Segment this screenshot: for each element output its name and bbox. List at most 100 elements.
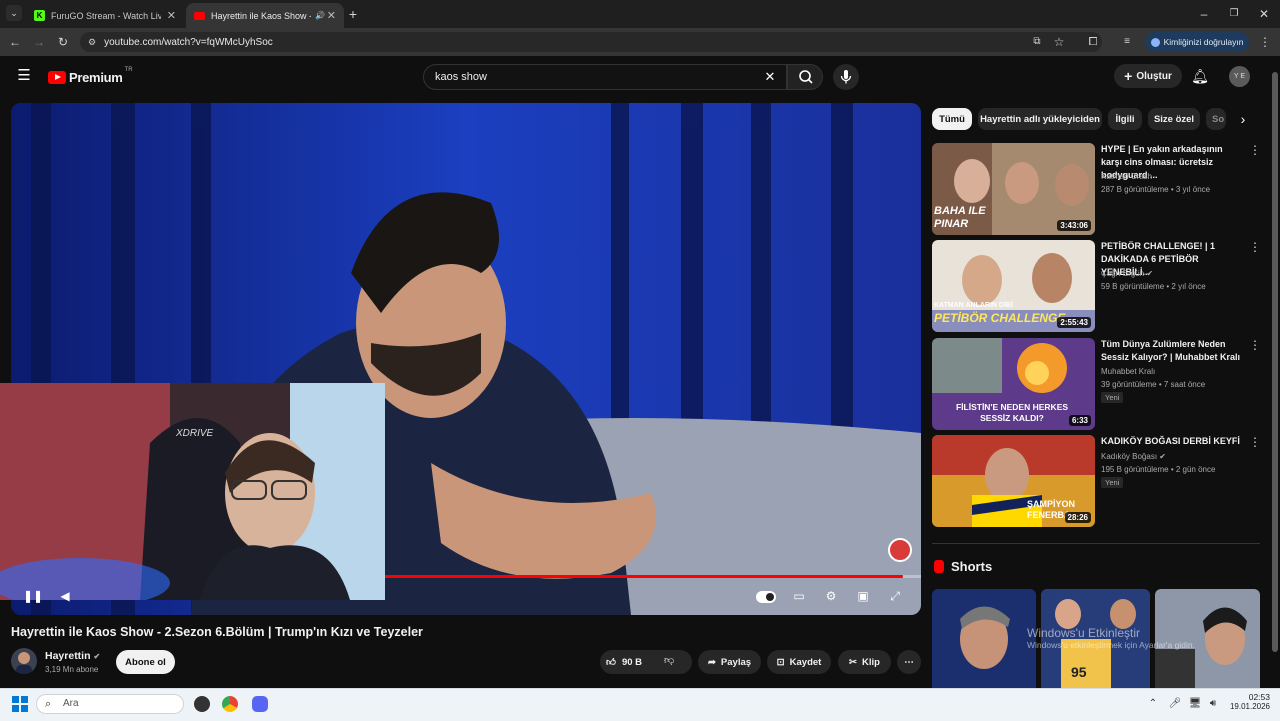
volume-icon[interactable]: ◀: [54, 589, 76, 607]
thumbnail-text: BAHA ILE PINAR: [934, 205, 986, 230]
region-code: TR: [124, 67, 133, 73]
clock[interactable]: 02:53 19.01.2026: [1222, 692, 1270, 711]
tab-furugo[interactable]: K FuruGO Stream - Watch Live or... ✕: [26, 3, 184, 28]
activation-watermark: Windows'u Etkinleştir Windows'u etkinleş…: [1027, 626, 1195, 650]
back-button[interactable]: ←: [6, 32, 24, 52]
tab-search-button[interactable]: ⌄: [6, 5, 22, 21]
furugo-favicon-icon: K: [34, 10, 45, 21]
tray-chevron-up-icon[interactable]: ⌃: [1146, 694, 1160, 714]
microphone-icon[interactable]: 🎤︎: [1168, 694, 1182, 714]
youtube-logo[interactable]: Premium TR: [48, 67, 133, 87]
install-app-icon[interactable]: ⧉: [1028, 32, 1046, 52]
pause-button[interactable]: ❚❚: [22, 589, 44, 607]
scrollbar-thumb[interactable]: [1272, 72, 1278, 652]
theater-mode-icon[interactable]: ▣: [852, 589, 874, 607]
forward-button[interactable]: →: [30, 32, 48, 52]
obs-app-icon[interactable]: [194, 696, 210, 712]
maximize-button[interactable]: ❐: [1222, 4, 1246, 24]
more-options-icon[interactable]: ⋮: [1249, 435, 1261, 449]
close-icon[interactable]: ✕: [167, 9, 176, 22]
address-bar[interactable]: ⚙ youtube.com/watch?v=fqWMcUyhSoc: [80, 32, 1102, 52]
account-avatar[interactable]: Y E: [1229, 66, 1250, 87]
channel-name[interactable]: Katman Crash: [1101, 170, 1152, 183]
chrome-app-icon[interactable]: [222, 696, 238, 712]
video-duration: 28:26: [1064, 512, 1091, 523]
channel-name[interactable]: Hayrettin ✔: [45, 650, 100, 662]
search-input[interactable]: kaos show: [423, 64, 787, 90]
short-thumbnail[interactable]: [932, 589, 1036, 688]
svg-text:95: 95: [1071, 664, 1087, 680]
notifications-bell-icon[interactable]: 🔔︎: [1190, 66, 1210, 86]
chip-for-you[interactable]: Size özel: [1148, 108, 1200, 130]
chip-from-uploader[interactable]: Hayrettin adlı yükleyiciden: [978, 108, 1102, 130]
reload-button[interactable]: ↻: [54, 32, 72, 52]
search-button[interactable]: [787, 64, 823, 90]
clip-button[interactable]: ✂ Klip: [838, 650, 891, 674]
video-thumbnail[interactable]: ŞAMPİYON FENERBA 28:26: [932, 435, 1095, 527]
extensions-icon[interactable]: ⧠: [1084, 32, 1102, 52]
video-thumbnail[interactable]: KATMAN ANLARIN DİBİ PETİBÖR CHALLENGE 2:…: [932, 240, 1095, 332]
video-thumbnail[interactable]: FİLİSTİN'E NEDEN HERKES SESSİZ KALDI? 6:…: [932, 338, 1095, 430]
section-divider: [932, 543, 1260, 544]
channel-name[interactable]: Muhabbet Kralı: [1101, 365, 1155, 378]
chevron-right-icon[interactable]: ›: [1234, 109, 1252, 129]
autoplay-toggle[interactable]: [756, 591, 776, 603]
chip-related[interactable]: İlgili: [1108, 108, 1142, 130]
voice-search-button[interactable]: [833, 64, 859, 90]
subscribe-button[interactable]: Abone ol: [116, 650, 175, 674]
network-icon[interactable]: 🖥︎: [1188, 694, 1202, 714]
channel-watermark-icon[interactable]: [888, 538, 912, 562]
discord-app-icon[interactable]: [252, 696, 268, 712]
channel-name-text: Hayrettin: [45, 650, 91, 662]
channel-avatar[interactable]: [11, 648, 37, 674]
dislike-button[interactable]: 👎︎: [664, 654, 674, 666]
video-title[interactable]: Tüm Dünya Zulümlere Neden Sessiz Kalıyor…: [1101, 338, 1246, 364]
windows-start-icon[interactable]: [12, 696, 28, 712]
like-button[interactable]: 👍︎ 90 B: [606, 654, 642, 670]
save-button[interactable]: ⊡ Kaydet: [767, 650, 831, 674]
channel-name[interactable]: Kadıköy Boğası ✔: [1101, 450, 1166, 463]
fullscreen-icon[interactable]: ⤢: [884, 589, 906, 607]
video-thumbnail[interactable]: BAHA ILE PINAR 3:43:06: [932, 143, 1095, 235]
new-badge: Yeni: [1101, 392, 1124, 403]
video-duration: 3:43:06: [1057, 220, 1091, 231]
thumbs-up-icon: 👍︎: [606, 657, 616, 668]
tab-title: Hayrettin ile Kaos Show - 2...: [211, 10, 311, 21]
hamburger-menu-icon[interactable]: ☰: [14, 66, 34, 86]
minimize-button[interactable]: –: [1192, 4, 1216, 24]
search-value: kaos show: [435, 71, 487, 83]
like-count: 90 B: [621, 656, 643, 668]
more-actions-button[interactable]: ⋯: [897, 650, 921, 674]
video-title[interactable]: KADIKÖY BOĞASI DERBİ KEYFİ: [1101, 435, 1246, 448]
share-button[interactable]: ➦ Paylaş: [698, 650, 761, 674]
taskbar-search-input[interactable]: ⌕ Ara: [36, 694, 184, 714]
new-tab-button[interactable]: +: [345, 4, 361, 24]
settings-gear-icon[interactable]: ⚙: [820, 589, 842, 607]
save-label: Kaydet: [789, 656, 822, 668]
watermark-subtitle: Windows'u etkinleştirmek için Ayarlar'a …: [1027, 640, 1195, 650]
more-options-icon[interactable]: ⋮: [1249, 338, 1261, 352]
volume-icon[interactable]: 🔊︎: [1206, 694, 1220, 714]
channel-name[interactable]: Çağrı Ergün ✔: [1101, 267, 1153, 280]
subscriber-count: 3,19 Mn abone: [45, 665, 99, 674]
close-window-button[interactable]: ✕: [1252, 4, 1276, 24]
create-button[interactable]: + Oluştur: [1114, 64, 1182, 88]
shorts-icon: [934, 560, 944, 573]
clear-search-icon[interactable]: ✕: [760, 67, 780, 87]
verify-label: Kimliğinizi doğrulayın: [1163, 37, 1244, 47]
more-options-icon[interactable]: ⋮: [1249, 143, 1261, 157]
site-info-icon[interactable]: ⚙: [88, 37, 96, 48]
browser-menu-icon[interactable]: ⋮: [1258, 32, 1272, 52]
speaker-icon[interactable]: 🔊: [315, 11, 325, 20]
chip-more[interactable]: So: [1206, 108, 1226, 130]
more-options-icon[interactable]: ⋮: [1249, 240, 1261, 254]
chip-all[interactable]: Tümü: [932, 108, 972, 130]
verify-identity-button[interactable]: Kimliğinizi doğrulayın: [1145, 32, 1249, 52]
page-scrollbar[interactable]: [1270, 60, 1280, 688]
shorts-label: Shorts: [951, 559, 993, 574]
bookmark-star-icon[interactable]: ☆: [1050, 32, 1068, 52]
tab-youtube[interactable]: Hayrettin ile Kaos Show - 2... 🔊 ✕: [186, 3, 344, 28]
close-icon[interactable]: ✕: [327, 9, 336, 22]
reading-list-icon[interactable]: ≡: [1118, 32, 1136, 52]
subtitles-icon[interactable]: ▭: [788, 589, 810, 607]
